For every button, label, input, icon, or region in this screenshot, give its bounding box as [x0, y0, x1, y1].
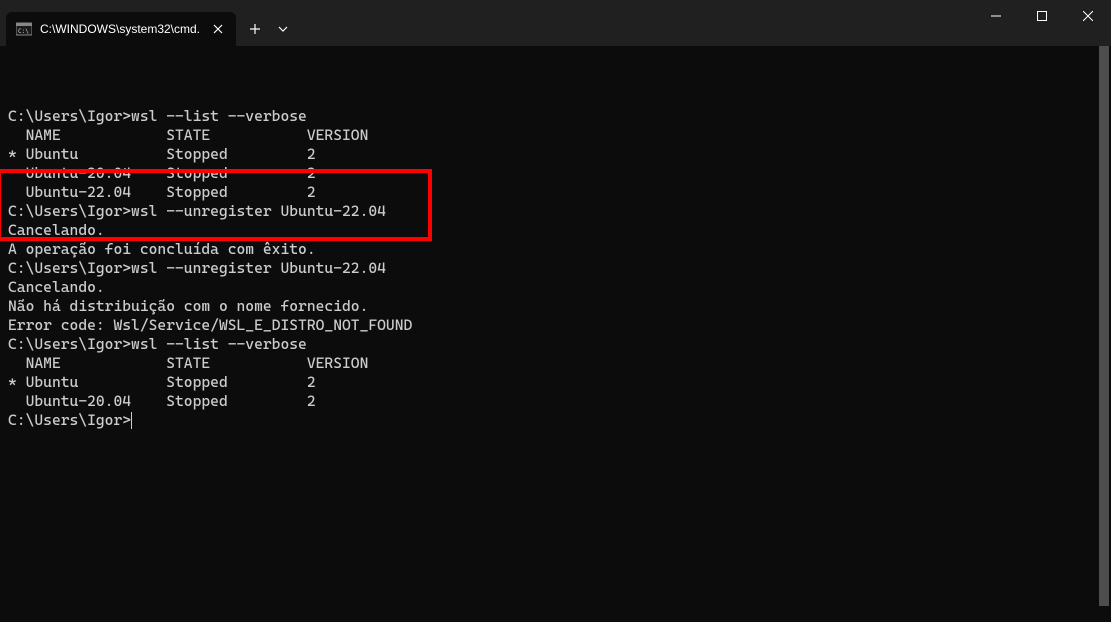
tab-active[interactable]: C:\ C:\WINDOWS\system32\cmd. — [6, 12, 236, 46]
terminal-line: Cancelando. — [8, 278, 1103, 297]
new-tab-button[interactable] — [240, 14, 270, 44]
terminal-window: C:\ C:\WINDOWS\system32\cmd. — [0, 0, 1111, 622]
terminal-line: Não há distribuição com o nome fornecido… — [8, 297, 1103, 316]
cmd-icon: C:\ — [16, 21, 32, 37]
terminal-line: C:\Users\Igor>wsl --unregister Ubuntu-22… — [8, 202, 1103, 221]
terminal-line: A operação foi concluída com êxito. — [8, 240, 1103, 259]
terminal-line: * Ubuntu Stopped 2 — [8, 145, 1103, 164]
svg-text:C:\: C:\ — [18, 28, 29, 35]
titlebar: C:\ C:\WINDOWS\system32\cmd. — [0, 0, 1111, 46]
tab-area: C:\ C:\WINDOWS\system32\cmd. — [0, 0, 973, 46]
terminal-line: Ubuntu-20.04 Stopped 2 — [8, 164, 1103, 183]
minimize-button[interactable] — [973, 0, 1019, 32]
scrollbar[interactable] — [1097, 46, 1111, 622]
terminal-line: Ubuntu-20.04 Stopped 2 — [8, 392, 1103, 411]
tab-title: C:\WINDOWS\system32\cmd. — [40, 22, 202, 36]
window-controls — [973, 0, 1111, 40]
terminal-line: Cancelando. — [8, 221, 1103, 240]
tab-dropdown-button[interactable] — [270, 14, 296, 44]
tab-close-button[interactable] — [210, 21, 226, 37]
maximize-button[interactable] — [1019, 0, 1065, 32]
terminal-line: C:\Users\Igor>wsl --list --verbose — [8, 335, 1103, 354]
terminal-line: C:\Users\Igor>wsl --unregister Ubuntu-22… — [8, 259, 1103, 278]
terminal-line: C:\Users\Igor> — [8, 411, 1103, 430]
terminal-line: C:\Users\Igor>wsl --list --verbose — [8, 107, 1103, 126]
close-window-button[interactable] — [1065, 0, 1111, 32]
terminal-body[interactable]: C:\Users\Igor>wsl --list --verbose NAME … — [0, 46, 1111, 622]
terminal-line: NAME STATE VERSION — [8, 354, 1103, 373]
scrollbar-thumb[interactable] — [1099, 46, 1109, 606]
terminal-line: Error code: Wsl/Service/WSL_E_DISTRO_NOT… — [8, 316, 1103, 335]
terminal-line: * Ubuntu Stopped 2 — [8, 373, 1103, 392]
terminal-line: NAME STATE VERSION — [8, 126, 1103, 145]
cursor — [131, 412, 132, 429]
terminal-line: Ubuntu-22.04 Stopped 2 — [8, 183, 1103, 202]
